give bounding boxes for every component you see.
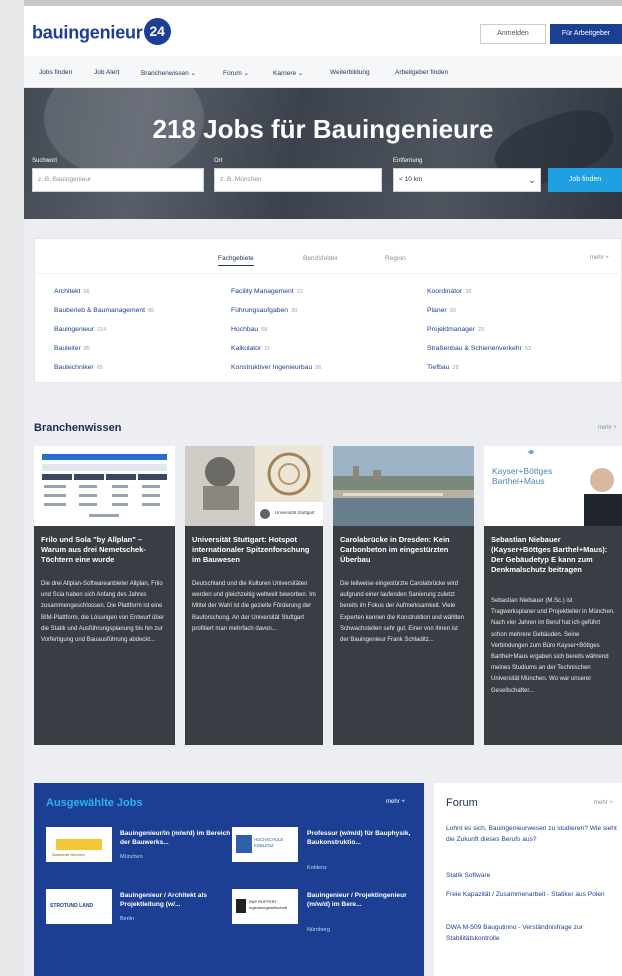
article-image: Kayser+Böttges Barthel+Maus (484, 446, 622, 526)
category-link[interactable]: Kalkulator 21 (231, 345, 270, 352)
tab-berufsfelder[interactable]: Berufsfelder (303, 255, 338, 262)
job-location: München (120, 854, 143, 860)
nav-weiterbildung[interactable]: Weiterbildung (330, 69, 370, 76)
forum-title: Forum (446, 797, 478, 809)
featured-jobs: Ausgewählte Jobs mehr + Stadtwerke Münch… (34, 783, 424, 976)
category-link[interactable]: Bauberieb & Baumanagement 85 (54, 307, 154, 314)
nav-karriere[interactable]: Karriere ⌄ (273, 69, 303, 77)
branchenwissen-more-link[interactable]: mehr + (598, 425, 617, 431)
forum-thread-link[interactable]: Freie Kapazität / Zusammenarbeit - Stati… (446, 889, 618, 900)
job-title[interactable]: Professur (w/m/d) für Bauphysik, Baukons… (307, 829, 419, 847)
category-link[interactable]: Architekt 66 (54, 288, 90, 295)
hero-search: 218 Jobs für Bauingenieure Suchwort z. B… (24, 88, 622, 219)
category-link[interactable]: Facility Management 22 (231, 288, 303, 295)
company-logo: HOCHSCHULE KOBLENZ (232, 827, 298, 862)
article-image (333, 446, 474, 526)
article-teaser: Die drei Allplan-Softwareanbieter Allpla… (41, 581, 165, 644)
forum-thread-link[interactable]: DWA M-509 Baugutinno - Verständnisfrage … (446, 922, 618, 944)
branchenwissen-title: Branchenwissen (34, 422, 122, 434)
category-card: Fachgebiete Berufsfelder Region mehr + A… (34, 238, 622, 383)
job-location: Koblenz (307, 865, 327, 871)
forum-thread-link[interactable]: Statik Software (446, 870, 618, 881)
category-link[interactable]: Bauleiter 85 (54, 345, 90, 352)
article-card[interactable]: Frilo und Sola "by Allplan" – Warum aus … (34, 446, 175, 745)
article-title: Carolabrücke in Dresden: Kein Carbonbeto… (340, 535, 450, 564)
article-card[interactable]: Kayser+Böttges Barthel+Maus Sebastian Ni… (484, 446, 622, 745)
job-location: Nürnberg (307, 927, 330, 933)
logo-badge: 24 (143, 18, 171, 45)
company-logo: STROTUND LAND (46, 889, 112, 924)
login-button[interactable]: Anmelden (480, 24, 546, 44)
category-link[interactable]: Planer 39 (427, 307, 456, 314)
article-image: Universität Stuttgart (185, 446, 323, 526)
site-logo[interactable]: bauingenieur 24 (32, 18, 171, 47)
nav-branchenwissen[interactable]: Branchenwissen ⌄ (141, 69, 196, 77)
forum-box: Forum mehr + Lohnt es sich, Bauingenieur… (434, 783, 622, 976)
category-link[interactable]: Bautechniker 65 (54, 364, 103, 371)
article-card[interactable]: Universität Stuttgart Universität Stuttg… (185, 446, 323, 745)
employer-button[interactable]: Für Arbeitgeber (550, 24, 622, 44)
keyword-label: Suchwort (32, 158, 58, 164)
site-header: bauingenieur 24 Anmelden Für Arbeitgeber (24, 6, 622, 56)
nav-forum[interactable]: Forum ⌄ (223, 69, 249, 77)
image-logo-text: Kayser+Böttges Barthel+Maus (492, 466, 553, 486)
category-link[interactable]: Tiefbau 28 (427, 364, 459, 371)
radius-select[interactable]: < 10 km (393, 168, 541, 192)
job-title[interactable]: Bauingenieur / Projektingenieur (m/w/d) … (307, 891, 419, 909)
logo-text: bauingenieur (32, 22, 143, 43)
category-link[interactable]: Koordinator 38 (427, 288, 471, 295)
category-link[interactable]: Konstruktiver Ingenieurbau 56 (231, 364, 321, 371)
job-title[interactable]: Bauingenieur / Architekt als Projektleit… (120, 891, 232, 909)
nav-job-alert[interactable]: Job Alert (94, 69, 119, 76)
featured-jobs-more-link[interactable]: mehr + (386, 799, 405, 805)
keyword-input[interactable]: z. B. Bauingenieur (32, 168, 204, 192)
job-title[interactable]: Bauingenieur/in (m/w/d) im Bereich der B… (120, 829, 232, 847)
article-title: Frilo und Sola "by Allplan" – Warum aus … (41, 535, 146, 564)
category-link[interactable]: Bauingenieur 214 (54, 326, 106, 333)
hero-title: 218 Jobs für Bauingenieure (152, 114, 494, 144)
article-card[interactable]: Carolabrücke in Dresden: Kein Carbonbeto… (333, 446, 474, 745)
location-input[interactable]: z. B. München (214, 168, 382, 192)
main-nav: Jobs finden Job Alert Branchenwissen ⌄ F… (24, 56, 622, 88)
divider (35, 273, 622, 274)
article-teaser: Die teilweise eingestürzte Carolabrücke … (340, 581, 465, 644)
article-teaser: Deutschland und die Kulturen Universität… (192, 581, 316, 632)
tab-fachgebiete[interactable]: Fachgebiete (218, 255, 254, 266)
company-logo: R&P RUFFERT Ingenieurgesellschaft (232, 889, 298, 924)
nav-jobs-finden[interactable]: Jobs finden (39, 69, 72, 76)
category-link[interactable]: Hochbau 58 (231, 326, 267, 333)
job-search-button[interactable]: Job finden (548, 168, 622, 192)
company-logo: Stadtwerke München (46, 827, 112, 862)
image-logo-text: Universität Stuttgart (275, 510, 315, 515)
location-label: Ort (214, 158, 223, 164)
table-screenshot-image (34, 446, 175, 526)
nav-arbeitgeber-finden[interactable]: Arbeitgeber finden (395, 69, 448, 76)
article-image (34, 446, 175, 526)
category-link[interactable]: Projektmanager 23 (427, 326, 484, 333)
forum-thread-link[interactable]: Lohnt es sich, Bauingenieurwesen zu stud… (446, 823, 618, 845)
browser-left-edge (0, 0, 24, 976)
radius-label: Entfernung (393, 158, 423, 164)
article-teaser: Sebastian Niebauer (M.Sc.) ist Tragwerks… (491, 598, 615, 694)
featured-jobs-title: Ausgewählte Jobs (46, 797, 143, 809)
category-link[interactable]: Führungsaufgaben 30 (231, 307, 297, 314)
job-location: Berlin (120, 916, 135, 922)
category-link[interactable]: Straßenbau & Schienenverkehr 53 (427, 345, 531, 352)
chevron-down-icon: ⌄ (528, 175, 536, 185)
article-title: Sebastian Niebauer (Kayser+Böttges Barth… (491, 535, 608, 574)
categories-more-link[interactable]: mehr + (590, 255, 609, 261)
tab-region[interactable]: Region (385, 255, 406, 262)
bridge-image (333, 446, 474, 526)
forum-more-link[interactable]: mehr + (594, 800, 613, 806)
article-title: Universität Stuttgart: Hotspot internati… (192, 535, 310, 564)
portrait-image (484, 446, 622, 526)
page: bauingenieur 24 Anmelden Für Arbeitgeber … (24, 6, 622, 976)
